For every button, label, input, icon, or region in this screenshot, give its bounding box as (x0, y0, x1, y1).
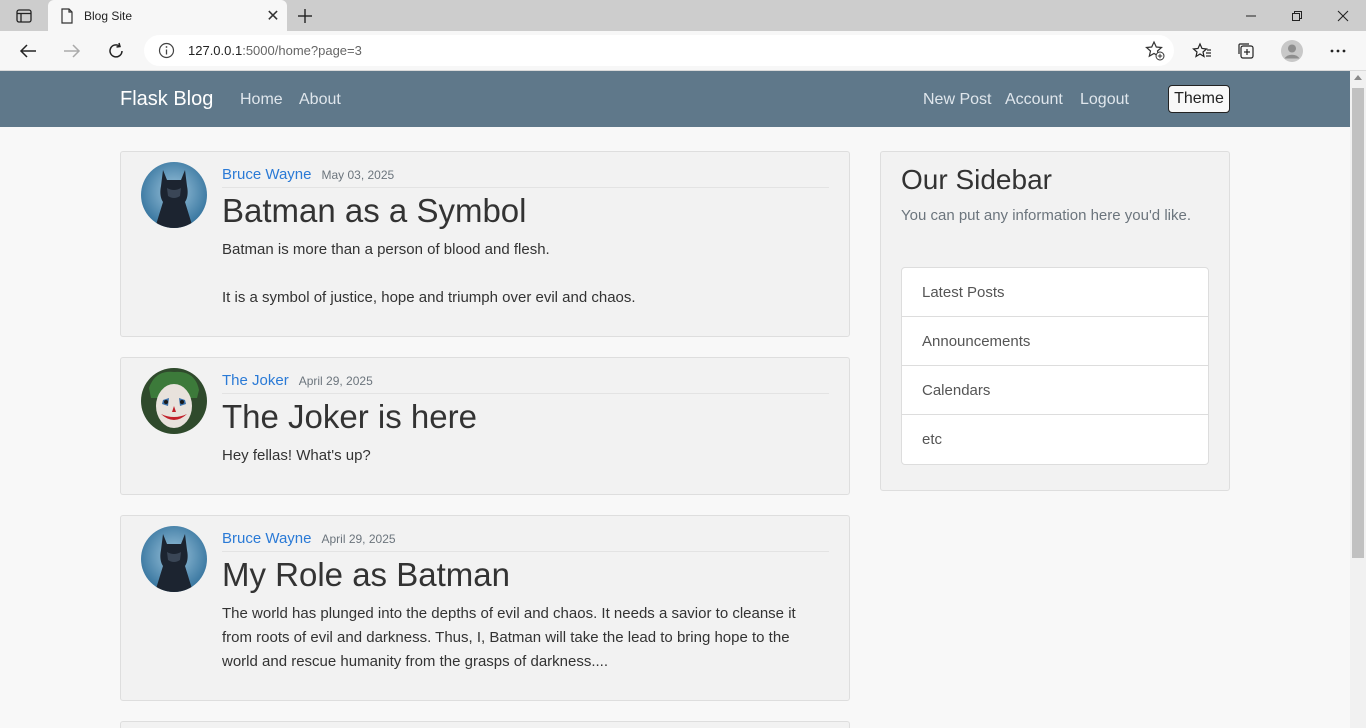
sidebar-title: Our Sidebar (901, 164, 1052, 195)
post-meta: The Joker April 29, 2025 (222, 372, 829, 394)
post-paragraph: Batman is more than a person of blood an… (222, 241, 550, 258)
close-window-icon[interactable] (1320, 0, 1366, 31)
post-author-link[interactable]: Bruce Wayne (222, 166, 311, 183)
tab-title: Blog Site (84, 8, 133, 23)
sidebar-text: You can put any information here you'd l… (901, 207, 1191, 224)
url-host: 127.0.0.1 (188, 43, 243, 58)
nav-link-account[interactable]: Account (1005, 91, 1063, 109)
url-path: :5000/home?page=3 (242, 43, 362, 58)
post-content: Hey fellas! What's up? (222, 444, 821, 468)
browser-tabstrip: Blog Site ✕ (0, 0, 1366, 31)
post-paragraph: It is a symbol of justice, hope and triu… (222, 289, 636, 306)
post-paragraph: Hey fellas! What's up? (222, 447, 371, 464)
tab-actions-icon[interactable] (10, 6, 38, 26)
sidebar-item-announcements[interactable]: Announcements (902, 317, 1208, 366)
forward-icon[interactable] (56, 35, 88, 67)
collections-icon[interactable] (1231, 37, 1261, 65)
more-options-icon[interactable] (1323, 37, 1353, 65)
post-title[interactable]: The Joker is here (222, 398, 477, 436)
post-date: April 29, 2025 (298, 374, 373, 388)
post-author-link[interactable]: The Joker (222, 372, 289, 389)
new-tab-icon[interactable] (292, 3, 318, 29)
post-date: May 03, 2025 (321, 168, 395, 182)
batman-avatar (141, 526, 207, 592)
nav-link-logout[interactable]: Logout (1080, 91, 1129, 109)
browser-tab[interactable]: Blog Site ✕ (48, 0, 287, 31)
nav-link-home[interactable]: Home (240, 91, 283, 109)
post-date: April 29, 2025 (321, 532, 396, 546)
joker-avatar (141, 368, 207, 434)
post-meta: Bruce Wayne May 03, 2025 (222, 166, 829, 188)
page-icon (60, 7, 74, 24)
sidebar-list: Latest Posts Announcements Calendars etc (901, 267, 1209, 465)
add-favorite-icon[interactable] (1144, 40, 1166, 62)
post-paragraph: The world has plunged into the depths of… (222, 605, 796, 670)
favorites-icon[interactable] (1187, 37, 1217, 65)
post-card: Bruce Wayne May 03, 2025 Batman as a Symb… (120, 151, 850, 337)
post-card: Bruce Wayne April 29, 2025 My Role as Bat… (120, 515, 850, 701)
site-brand[interactable]: Flask Blog (120, 88, 213, 111)
scrollbar-thumb[interactable] (1352, 88, 1364, 558)
page-viewport: Flask Blog Home About New Post Account L… (0, 71, 1350, 728)
sidebar: Our Sidebar You can put any information … (880, 151, 1230, 491)
back-icon[interactable] (12, 35, 44, 67)
sidebar-item-calendars[interactable]: Calendars (902, 366, 1208, 415)
close-tab-icon[interactable]: ✕ (259, 2, 287, 30)
nav-link-about[interactable]: About (299, 91, 341, 109)
batman-avatar (141, 162, 207, 228)
theme-button[interactable]: Theme (1168, 85, 1230, 113)
page-scrollbar[interactable] (1350, 71, 1366, 728)
browser-toolbar: 127.0.0.1:5000/home?page=3 (0, 31, 1366, 71)
post-author-link[interactable]: Bruce Wayne (222, 530, 311, 547)
restore-icon[interactable] (1274, 0, 1320, 31)
profile-avatar-icon[interactable] (1277, 37, 1307, 65)
post-content: The world has plunged into the depths of… (222, 602, 821, 674)
post-content: Batman is more than a person of blood an… (222, 238, 821, 310)
post-title[interactable]: Batman as a Symbol (222, 192, 526, 230)
sidebar-item-etc[interactable]: etc (902, 415, 1208, 464)
post-title[interactable]: My Role as Batman (222, 556, 510, 594)
sidebar-item-latest-posts[interactable]: Latest Posts (902, 268, 1208, 317)
url-text[interactable]: 127.0.0.1:5000/home?page=3 (188, 43, 362, 58)
nav-link-new-post[interactable]: New Post (923, 91, 991, 109)
site-navbar: Flask Blog Home About New Post Account L… (0, 71, 1350, 127)
post-meta: Bruce Wayne April 29, 2025 (222, 530, 829, 552)
info-icon[interactable] (158, 42, 175, 59)
scroll-up-arrow-icon[interactable] (1354, 75, 1362, 80)
minimize-icon[interactable] (1228, 0, 1274, 31)
address-bar[interactable]: 127.0.0.1:5000/home?page=3 (144, 35, 1174, 66)
refresh-icon[interactable] (100, 35, 132, 67)
post-card: The Joker April 29, 2025 The Joker is her… (120, 357, 850, 495)
post-card (120, 721, 850, 728)
